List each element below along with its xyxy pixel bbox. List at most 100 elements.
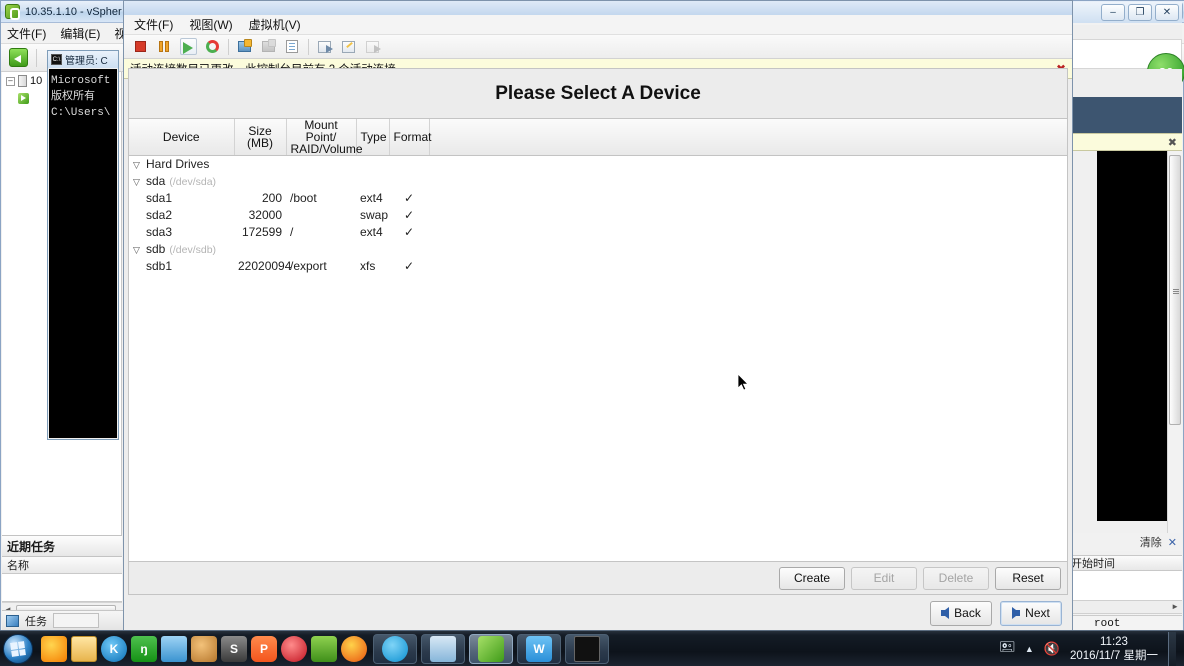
- restart-icon[interactable]: [206, 40, 219, 53]
- arrow-right-icon: [1012, 607, 1021, 619]
- device-table-body: ▽ Hard Drives ▽ sda (/dev/sda) sda1 200/boot ex…: [129, 156, 1067, 275]
- column-header-format[interactable]: Format: [389, 119, 432, 156]
- kugou-icon[interactable]: K: [101, 635, 127, 662]
- firefox-icon[interactable]: [341, 635, 367, 662]
- table-row[interactable]: ▽ sda (/dev/sda): [129, 173, 1067, 190]
- taskbar-vsphere-button[interactable]: [469, 633, 513, 664]
- scroll-right-icon[interactable]: ►: [1171, 602, 1179, 611]
- back-arrow-icon[interactable]: [9, 48, 28, 67]
- host-icon: [18, 75, 27, 87]
- cell-device: ▽ sda (/dev/sda): [129, 173, 234, 190]
- right-warning-close-icon[interactable]: ✖: [1168, 136, 1177, 149]
- qq-icon[interactable]: [41, 635, 67, 662]
- next-button[interactable]: Next: [1000, 600, 1062, 626]
- cell-size: 22020094: [238, 259, 292, 273]
- pause-icon[interactable]: [159, 41, 170, 52]
- show-desktop-button[interactable]: [1168, 631, 1176, 666]
- device-name: sdb1: [146, 259, 173, 273]
- clear-button[interactable]: 清除: [1140, 534, 1162, 550]
- thunder-icon[interactable]: [281, 635, 307, 662]
- folder-icon[interactable]: [71, 635, 97, 662]
- command-prompt-output[interactable]: Microsoft 版权所有 C:\Users\: [49, 69, 117, 438]
- taskbar-wps-button[interactable]: W: [517, 633, 561, 664]
- cell-mount-point: [286, 207, 356, 224]
- cell-device: sda3: [129, 224, 234, 241]
- play-icon[interactable]: [183, 42, 194, 54]
- taskbar-clock[interactable]: 11:23 2016/11/7 星期一: [1070, 635, 1158, 663]
- cell-format: ✓: [403, 208, 415, 222]
- collapse-icon[interactable]: –: [6, 76, 15, 86]
- device-name: sda: [146, 174, 166, 188]
- expand-twisty-icon[interactable]: ▽: [133, 160, 142, 171]
- right-panel-vscrollbar[interactable]: [1167, 151, 1182, 539]
- network-icon[interactable]: 🖭: [1000, 638, 1015, 660]
- table-row[interactable]: sda2 32000 swap ✓: [129, 207, 1067, 224]
- menu-file[interactable]: 文件(F): [7, 25, 46, 42]
- snapshot-icon[interactable]: [238, 39, 252, 52]
- column-header-device[interactable]: Device: [129, 119, 235, 156]
- table-row[interactable]: sdb1 22020094/export xfs ✓: [129, 258, 1067, 275]
- snapshot-manager-icon[interactable]: [286, 40, 298, 53]
- table-header-row: Device Size (MB) Mount Point/ RAID/Volum…: [129, 119, 1067, 156]
- command-prompt-titlebar: C:\ 管理员: C: [48, 51, 118, 68]
- close-icon[interactable]: ✕: [1168, 536, 1177, 549]
- cell-spacer: [429, 258, 1067, 275]
- start-button[interactable]: [3, 633, 33, 664]
- device-name: Hard Drives: [146, 157, 210, 172]
- table-row[interactable]: sda1 200/boot ext4 ✓: [129, 190, 1067, 207]
- device-name: sda2: [146, 208, 173, 222]
- create-button[interactable]: Create: [779, 566, 845, 590]
- cell-size: [234, 156, 286, 173]
- stop-icon[interactable]: [135, 41, 146, 52]
- recent-tasks-header: 近期任务: [2, 535, 122, 557]
- sogou-icon[interactable]: S: [221, 635, 247, 662]
- table-row[interactable]: ▽ Hard Drives: [129, 156, 1067, 173]
- right-panel-clear-row: 清除 ✕: [1068, 533, 1182, 551]
- cell-type: [356, 173, 389, 190]
- console-line: Microsoft: [51, 75, 111, 87]
- right-panel-hscrollbar[interactable]: ►: [1068, 601, 1182, 614]
- wallet-icon[interactable]: [311, 635, 337, 662]
- command-prompt-window[interactable]: C:\ 管理员: C Microsoft 版权所有 C:\Users\: [47, 50, 119, 440]
- cell-format: ✓: [403, 191, 415, 205]
- statusbar-tasks-label[interactable]: 任务: [25, 613, 47, 629]
- volume-muted-icon[interactable]: 🔇: [1044, 641, 1060, 657]
- reset-button[interactable]: Reset: [995, 566, 1061, 590]
- windows-logo-icon: [10, 640, 26, 657]
- table-row[interactable]: sda3 172599 / ext4 ✓: [129, 224, 1067, 241]
- right-panel-strip-2: [1068, 69, 1182, 97]
- clock-date: 2016/11/7 星期一: [1069, 649, 1158, 662]
- show-hidden-icons-icon[interactable]: ▲: [1025, 644, 1034, 654]
- table-row[interactable]: ▽ sdb (/dev/sdb): [129, 241, 1067, 258]
- recent-tasks-list: [2, 574, 122, 602]
- menu-edit[interactable]: 编辑(E): [60, 25, 100, 42]
- back-button[interactable]: Back: [930, 600, 992, 626]
- expand-twisty-icon[interactable]: ▽: [133, 177, 142, 188]
- scroll-thumb[interactable]: [1169, 155, 1181, 425]
- column-header-size[interactable]: Size (MB): [234, 119, 287, 156]
- cell-device: sdb1: [129, 258, 234, 275]
- taskbar-terminal-button[interactable]: [565, 633, 609, 664]
- customize-icon[interactable]: [342, 41, 355, 53]
- pinyin-icon[interactable]: ŋ: [131, 635, 157, 662]
- vm-console-window: 文件(F) 视图(W) 虚拟机(V) 活动连接数目已更改。此控制台目前有 2 个…: [123, 0, 1073, 632]
- game-icon[interactable]: [191, 635, 217, 662]
- vm-menu-virtualmachine[interactable]: 虚拟机(V): [249, 16, 301, 33]
- zip-icon[interactable]: [161, 635, 187, 662]
- device-table-container[interactable]: Device Size (MB) Mount Point/ RAID/Volum…: [129, 119, 1067, 561]
- column-header-mount-point[interactable]: Mount Point/ RAID/Volume: [286, 119, 363, 156]
- toolbar-separator: [308, 38, 309, 55]
- cell-format: [389, 156, 429, 173]
- cell-device: sda1: [129, 190, 234, 207]
- expand-twisty-icon[interactable]: ▽: [133, 245, 142, 256]
- right-close-icon[interactable]: ✕: [1155, 4, 1179, 21]
- vm-menu-view[interactable]: 视图(W): [189, 16, 232, 33]
- vm-menu-file[interactable]: 文件(F): [134, 16, 173, 33]
- pptx-icon[interactable]: P: [251, 635, 277, 662]
- send-ctrl-alt-del-icon[interactable]: [318, 41, 333, 53]
- right-restore-icon[interactable]: ❐: [1128, 4, 1152, 21]
- taskbar-skype-button[interactable]: [373, 633, 417, 664]
- taskbar-remote-desktop-button[interactable]: [421, 633, 465, 664]
- right-minimize-icon[interactable]: –: [1101, 4, 1125, 21]
- page-title: Please Select A Device: [495, 82, 701, 104]
